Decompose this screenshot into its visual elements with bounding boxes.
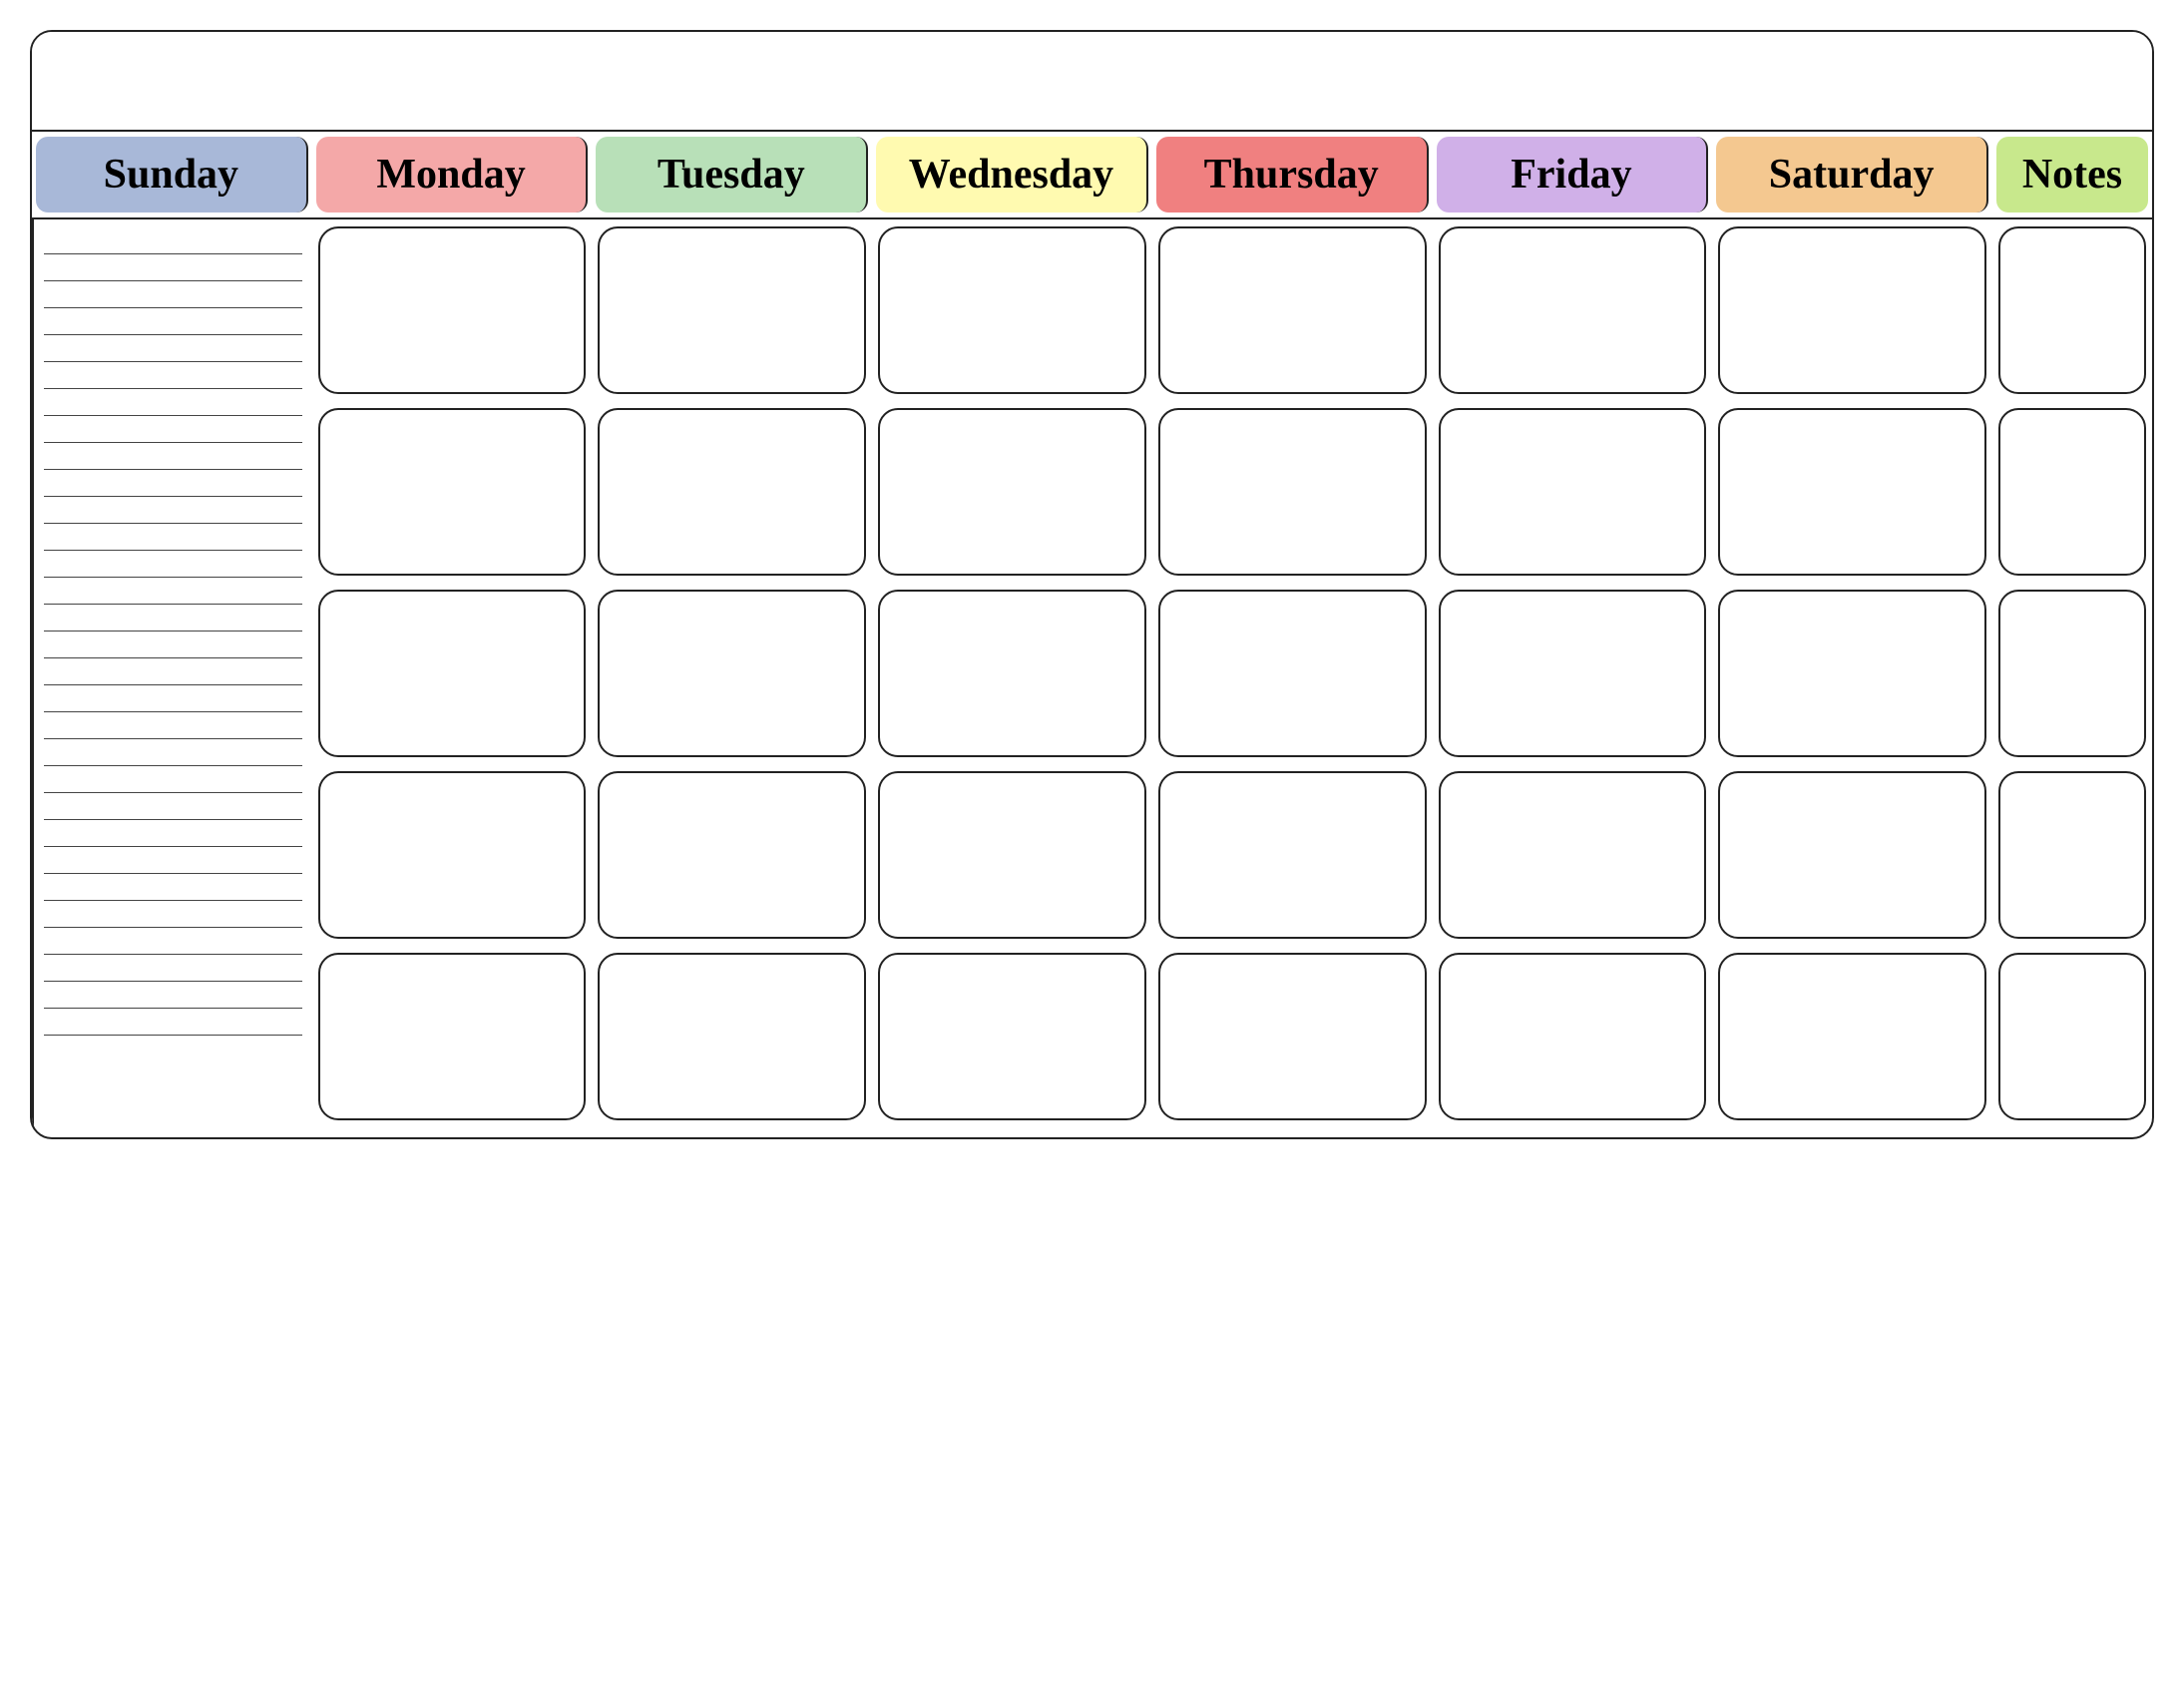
table-row[interactable] bbox=[1158, 771, 1427, 939]
table-row[interactable] bbox=[1998, 408, 2146, 576]
calendar-container: Sunday Monday Tuesday Wednesday Thursday… bbox=[30, 30, 2154, 1139]
table-row[interactable] bbox=[318, 590, 587, 757]
table-row[interactable] bbox=[1718, 590, 1986, 757]
table-row[interactable] bbox=[1158, 408, 1427, 576]
header-thursday: Thursday bbox=[1156, 137, 1429, 212]
header-sunday: Sunday bbox=[36, 137, 308, 212]
table-row[interactable] bbox=[1718, 408, 1986, 576]
table-row[interactable] bbox=[598, 408, 866, 576]
table-row[interactable] bbox=[598, 226, 866, 394]
header-saturday: Saturday bbox=[1716, 137, 1988, 212]
header-row: Sunday Monday Tuesday Wednesday Thursday… bbox=[32, 132, 2152, 219]
table-row[interactable] bbox=[598, 590, 866, 757]
table-row[interactable] bbox=[1998, 226, 2146, 394]
table-row[interactable] bbox=[878, 771, 1146, 939]
table-row[interactable] bbox=[1998, 771, 2146, 939]
table-row[interactable] bbox=[878, 408, 1146, 576]
table-row[interactable] bbox=[878, 226, 1146, 394]
header-monday: Monday bbox=[316, 137, 589, 212]
table-row[interactable] bbox=[1998, 590, 2146, 757]
table-row[interactable] bbox=[318, 771, 587, 939]
header-wednesday: Wednesday bbox=[876, 137, 1148, 212]
header-notes: Notes bbox=[1996, 137, 2148, 212]
notes-column[interactable] bbox=[32, 219, 312, 1127]
header-tuesday: Tuesday bbox=[596, 137, 868, 212]
table-row[interactable] bbox=[1439, 408, 1707, 576]
header-friday: Friday bbox=[1437, 137, 1709, 212]
table-row[interactable] bbox=[1718, 226, 1986, 394]
table-row[interactable] bbox=[878, 590, 1146, 757]
table-row[interactable] bbox=[1439, 953, 1707, 1120]
table-row[interactable] bbox=[1158, 226, 1427, 394]
table-row[interactable] bbox=[1998, 953, 2146, 1120]
table-row[interactable] bbox=[318, 226, 587, 394]
table-row[interactable] bbox=[878, 953, 1146, 1120]
table-row[interactable] bbox=[598, 771, 866, 939]
table-row[interactable] bbox=[598, 953, 866, 1120]
table-row[interactable] bbox=[318, 953, 587, 1120]
title-bar[interactable] bbox=[32, 32, 2152, 132]
table-row[interactable] bbox=[1439, 226, 1707, 394]
table-row[interactable] bbox=[318, 408, 587, 576]
table-row[interactable] bbox=[1718, 953, 1986, 1120]
table-row[interactable] bbox=[1439, 590, 1707, 757]
table-row[interactable] bbox=[1158, 590, 1427, 757]
calendar-body bbox=[32, 219, 2152, 1137]
table-row[interactable] bbox=[1439, 771, 1707, 939]
table-row[interactable] bbox=[1158, 953, 1427, 1120]
table-row[interactable] bbox=[1718, 771, 1986, 939]
